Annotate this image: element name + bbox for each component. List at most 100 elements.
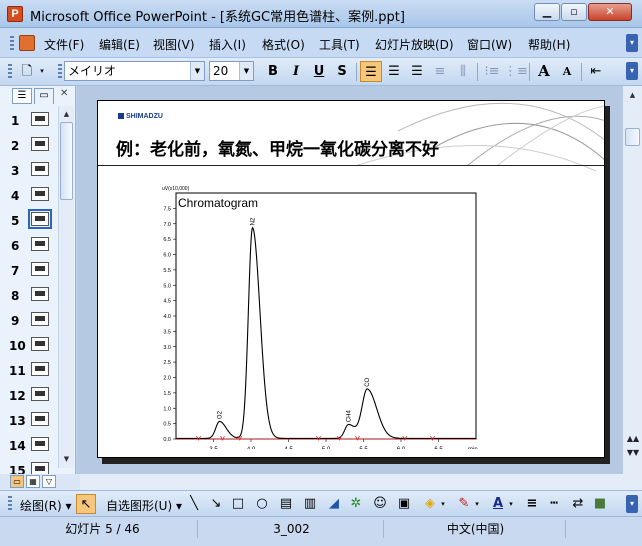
minimize-button[interactable]: ▁: [534, 3, 560, 21]
align-right-icon[interactable]: ☰: [406, 61, 428, 82]
line-color-icon[interactable]: ✎: [454, 494, 474, 514]
scroll-up-icon[interactable]: ▲: [625, 88, 640, 102]
shrink-font-button[interactable]: A: [556, 61, 578, 82]
line-style-icon[interactable]: ≡: [522, 494, 542, 514]
powerpoint-icon[interactable]: P: [7, 6, 23, 22]
toolbar-options-icon[interactable]: ▾: [626, 62, 638, 80]
chevron-down-icon[interactable]: ▾: [438, 494, 448, 514]
insert-picture-icon[interactable]: ▣: [394, 494, 414, 514]
slide-thumbnail[interactable]: 4: [0, 185, 58, 207]
drawbar-options-icon[interactable]: ▾: [626, 495, 638, 513]
scroll-up-icon[interactable]: ▲: [59, 107, 74, 121]
slide-thumbnail[interactable]: 10: [0, 335, 58, 357]
slide-thumbnail[interactable]: 1: [0, 110, 58, 132]
line-icon[interactable]: ╲: [184, 494, 204, 514]
distributed-icon[interactable]: ≡: [429, 61, 451, 82]
slide-thumbnail[interactable]: 8: [0, 285, 58, 307]
slide-thumbnail[interactable]: 13: [0, 410, 58, 432]
restore-button[interactable]: ▫: [561, 3, 587, 21]
slide-thumbnail[interactable]: 7: [0, 260, 58, 282]
scroll-down-icon[interactable]: ▼: [59, 452, 74, 466]
clip-art-icon[interactable]: ☺: [370, 494, 390, 514]
chevron-down-icon[interactable]: ▼: [239, 62, 253, 80]
oval-icon[interactable]: ○: [252, 494, 272, 514]
font-size-select[interactable]: 20 ▼: [209, 61, 254, 81]
status-language: 中文(中国): [386, 520, 566, 538]
fill-color-icon[interactable]: ◈: [420, 494, 440, 514]
slide-title[interactable]: 例：老化前，氧氮、甲烷一氧化碳分离不好: [116, 135, 439, 160]
font-name-select[interactable]: メイリオ ▼: [64, 61, 205, 81]
chevron-down-icon[interactable]: ▾: [472, 494, 482, 514]
menu-help[interactable]: 帮助(H): [528, 36, 570, 53]
menu-insert[interactable]: 插入(I): [209, 36, 246, 53]
slide-canvas[interactable]: SHIMADZU 例：老化前，氧氮、甲烷一氧化碳分离不好 uV(x10,000)…: [97, 100, 605, 458]
menu-view[interactable]: 视图(V): [153, 36, 195, 53]
scrollbar-thumb[interactable]: [60, 122, 73, 200]
previous-slide-icon[interactable]: ▲▲: [626, 432, 640, 445]
arrow-icon[interactable]: ↘: [206, 494, 226, 514]
font-color-icon[interactable]: A: [488, 494, 508, 514]
menu-file[interactable]: 文件(F): [44, 36, 84, 53]
shadow-button[interactable]: S: [331, 61, 353, 82]
textbox-icon[interactable]: ▤: [276, 494, 296, 514]
menu-slideshow[interactable]: 幻灯片放映(D): [375, 36, 454, 53]
bullets-icon[interactable]: ⋮≡: [504, 61, 528, 82]
next-slide-icon[interactable]: ▼▼: [626, 446, 640, 459]
slide-thumbnail[interactable]: 2: [0, 135, 58, 157]
close-icon[interactable]: ✕: [60, 88, 68, 99]
diagram-icon[interactable]: ✲: [346, 494, 366, 514]
close-button[interactable]: ✕: [588, 3, 632, 21]
italic-button[interactable]: I: [285, 61, 307, 82]
slide-thumbnail[interactable]: 9: [0, 310, 58, 332]
select-pointer-icon[interactable]: ↖: [76, 494, 96, 514]
dash-style-icon[interactable]: ┅: [544, 494, 564, 514]
toolbar-grip[interactable]: [8, 64, 12, 80]
shadow-style-icon[interactable]: ■: [590, 494, 610, 514]
arrow-style-icon[interactable]: ⇄: [568, 494, 588, 514]
menu-tools[interactable]: 工具(T): [319, 36, 360, 53]
bold-button[interactable]: B: [262, 61, 284, 82]
slide-thumbnail[interactable]: 11: [0, 360, 58, 382]
rectangle-icon[interactable]: □: [228, 494, 248, 514]
vertical-scrollbar[interactable]: ▲ ▲▲ ▼▼: [622, 86, 642, 474]
slide-sorter-icon[interactable]: ▦: [26, 475, 40, 488]
outline-tab-icon[interactable]: ☰: [12, 88, 32, 104]
menubar-grip[interactable]: [10, 36, 14, 52]
slides-tab-icon[interactable]: ▭: [34, 88, 54, 104]
slide-thumbnail-selected[interactable]: 5: [0, 209, 58, 232]
toolbar-grip-2[interactable]: [58, 64, 62, 80]
menu-edit[interactable]: 编辑(E): [99, 36, 140, 53]
slideshow-icon[interactable]: ▽: [42, 475, 56, 488]
slide-thumbnail[interactable]: 12: [0, 385, 58, 407]
draw-menu-button[interactable]: 绘图(R) ▾: [20, 497, 72, 514]
autoshapes-button[interactable]: 自选图形(U) ▾: [106, 497, 182, 514]
menubar-options-icon[interactable]: ▾: [626, 34, 638, 52]
slide-thumbnail[interactable]: 14: [0, 435, 58, 457]
vertical-textbox-icon[interactable]: ▥: [300, 494, 320, 514]
menu-window[interactable]: 窗口(W): [467, 36, 512, 53]
align-left-icon[interactable]: ☰: [360, 61, 382, 82]
slide-thumbnail[interactable]: 3: [0, 160, 58, 182]
grow-font-button[interactable]: A: [533, 61, 555, 82]
decrease-indent-icon[interactable]: ⇤: [585, 61, 607, 82]
normal-view-icon[interactable]: ▭: [10, 475, 24, 488]
align-center-icon[interactable]: ☰: [383, 61, 405, 82]
vertical-text-icon[interactable]: ⫼: [452, 61, 474, 82]
chevron-down-icon[interactable]: ▾: [506, 494, 516, 514]
thumbnail-scrollbar[interactable]: ▲ ▼: [58, 106, 74, 468]
wordart-icon[interactable]: ◢: [324, 494, 344, 514]
new-file-icon[interactable]: 🗋: [16, 61, 38, 82]
menu-format[interactable]: 格式(O): [262, 36, 305, 53]
slide-thumbnail[interactable]: 15: [0, 460, 58, 474]
new-dropdown-icon[interactable]: ▾: [37, 61, 47, 82]
slide-thumbnail[interactable]: 6: [0, 235, 58, 257]
underline-button[interactable]: U: [308, 61, 330, 82]
y-tick-label: 1.0: [163, 406, 171, 412]
numbering-icon[interactable]: ⁝≡: [481, 61, 503, 82]
scrollbar-thumb[interactable]: [625, 128, 640, 146]
toolbar-grip[interactable]: [8, 496, 12, 512]
document-icon[interactable]: [19, 35, 35, 51]
chevron-down-icon[interactable]: ▼: [190, 62, 204, 80]
horizontal-scrollbar[interactable]: [80, 474, 642, 490]
chromatogram-chart[interactable]: uV(x10,000) Chromatogram min 0.0 0.5 1.0 1.5 2.…: [138, 171, 488, 449]
